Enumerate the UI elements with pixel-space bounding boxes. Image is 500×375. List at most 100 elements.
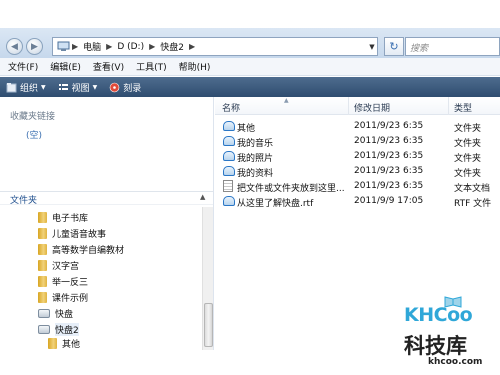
file-name: 我的照片 xyxy=(237,154,274,164)
column-header-date[interactable]: 修改日期 xyxy=(354,101,390,114)
breadcrumb-drive[interactable]: D (D:) xyxy=(117,42,144,52)
tree-item-label: 儿童语音故事 xyxy=(52,229,107,240)
back-arrow-icon: ◀ xyxy=(11,41,18,52)
file-date: 2011/9/23 6:35 xyxy=(354,166,424,176)
watermark-url: khcoo.com xyxy=(428,357,483,367)
column-divider[interactable] xyxy=(448,97,449,115)
views-label: 视图 xyxy=(71,83,90,94)
drive-icon xyxy=(38,324,50,334)
views-button[interactable]: 视图 ▼ xyxy=(58,81,98,94)
drive-icon xyxy=(38,308,50,318)
computer-icon xyxy=(57,41,70,51)
tree-item-kuaipan[interactable]: 快盘 xyxy=(0,305,73,321)
organize-icon xyxy=(6,82,17,92)
tree-item-label: 其他 xyxy=(62,339,81,350)
breadcrumb-computer[interactable]: 电脑 xyxy=(83,40,101,53)
file-row[interactable]: 把文件或文件夹放到这里... 2011/9/23 6:35 文本文档 xyxy=(215,179,500,194)
tree-item-hanzi-palace[interactable]: 汉字宫 xyxy=(0,257,79,273)
file-date: 2011/9/9 17:05 xyxy=(354,196,424,206)
organize-button[interactable]: 组织 ▼ xyxy=(6,81,46,94)
file-name: 把文件或文件夹放到这里... xyxy=(237,184,345,194)
tree-item-label: 快盘2 xyxy=(55,322,79,336)
folder-icon xyxy=(223,136,235,146)
tree-item-label: 课件示例 xyxy=(52,293,89,304)
address-bar[interactable]: ▶ 电脑 ▶ D (D:) ▶ 快盘2 ▶ xyxy=(52,37,378,56)
search-input[interactable]: 搜索 xyxy=(405,37,500,56)
folder-icon xyxy=(223,151,235,161)
file-row[interactable]: 我的资料 2011/9/23 6:35 文件夹 xyxy=(215,164,500,179)
forward-arrow-icon: ▶ xyxy=(31,41,38,52)
views-icon xyxy=(58,83,68,90)
folder-icon xyxy=(48,337,57,349)
folder-icon xyxy=(38,211,47,223)
breadcrumb-separator: ▶ xyxy=(149,42,156,51)
folder-icon xyxy=(38,227,47,239)
file-row[interactable]: 我的照片 2011/9/23 6:35 文件夹 xyxy=(215,149,500,164)
scrollbar-thumb[interactable] xyxy=(204,303,213,347)
forward-button[interactable]: ▶ xyxy=(26,38,43,55)
tree-item-kids-audio-stories[interactable]: 儿童语音故事 xyxy=(0,225,106,241)
text-file-icon xyxy=(223,180,233,192)
breadcrumb-folder[interactable]: 快盘2 xyxy=(160,40,184,53)
search-placeholder: 搜索 xyxy=(410,44,429,54)
tree-item-courseware-examples[interactable]: 课件示例 xyxy=(0,289,88,305)
menu-help[interactable]: 帮助(H) xyxy=(179,60,211,73)
file-type: 文件夹 xyxy=(454,139,482,149)
menu-edit[interactable]: 编辑(E) xyxy=(50,60,81,73)
tree-item-label: 快盘 xyxy=(55,309,74,320)
file-type: 文件夹 xyxy=(454,124,482,134)
folder-icon xyxy=(38,243,47,255)
tree-item-math-textbook[interactable]: 高等数学自编教材 xyxy=(0,241,124,257)
burn-label: 刻录 xyxy=(123,83,142,94)
rtf-file-icon xyxy=(223,196,235,206)
chevron-down-icon: ▼ xyxy=(92,83,98,91)
folder-icon xyxy=(38,275,47,287)
tree-item-juyifansan[interactable]: 举一反三 xyxy=(0,273,88,289)
refresh-button[interactable]: ↻ xyxy=(384,37,404,56)
back-button[interactable]: ◀ xyxy=(6,38,23,55)
file-date: 2011/9/23 6:35 xyxy=(354,136,424,146)
menu-view[interactable]: 查看(V) xyxy=(93,60,124,73)
breadcrumb-separator: ▶ xyxy=(106,42,113,51)
file-row[interactable]: 我的音乐 2011/9/23 6:35 文件夹 xyxy=(215,134,500,149)
folder-icon xyxy=(38,291,47,303)
disc-burn-icon xyxy=(109,82,120,92)
file-row[interactable]: 从这里了解快盘.rtf 2011/9/9 17:05 RTF 文件 xyxy=(215,194,500,209)
sort-caret-icon: ▲ xyxy=(284,97,289,104)
tree-item-label: 电子书库 xyxy=(52,213,89,224)
file-name: 从这里了解快盘.rtf xyxy=(237,199,314,209)
file-date: 2011/9/23 6:35 xyxy=(354,121,424,131)
watermark: KHCoo 科技库 khcoo.com xyxy=(398,294,498,374)
file-row[interactable]: 其他 2011/9/23 6:35 文件夹 xyxy=(215,119,500,134)
file-name: 我的资料 xyxy=(237,169,274,179)
menu-tools[interactable]: 工具(T) xyxy=(136,60,167,73)
favorite-links-empty: (空) xyxy=(26,131,43,141)
organize-label: 组织 xyxy=(20,83,39,94)
chevron-down-icon: ▼ xyxy=(41,83,46,91)
file-type: 文件夹 xyxy=(454,169,482,179)
file-date: 2011/9/23 6:35 xyxy=(354,151,424,161)
folders-label: 文件夹 xyxy=(10,196,38,206)
address-dropdown-button[interactable]: ▼ xyxy=(366,38,378,55)
folder-icon xyxy=(223,121,235,131)
watermark-logo-text: KHCoo xyxy=(404,304,473,326)
tree-item-ebook-library[interactable]: 电子书库 xyxy=(0,209,88,225)
menu-file[interactable]: 文件(F) xyxy=(8,60,38,73)
tree-item-label: 举一反三 xyxy=(52,277,89,288)
navigation-scrollbar[interactable] xyxy=(202,207,213,350)
tree-item-other[interactable]: 其他 xyxy=(0,335,80,351)
burn-button[interactable]: 刻录 xyxy=(109,81,141,94)
command-bar: 组织 ▼ 视图 ▼ 刻录 xyxy=(0,77,500,97)
column-divider[interactable] xyxy=(348,97,349,115)
navigation-pane: 收藏夹链接 (空) 文件夹 ▲ 电子书库 儿童语音故事 高等数学自编教材 汉字宫… xyxy=(0,97,214,350)
file-type: 文件夹 xyxy=(454,154,482,164)
column-header-name[interactable]: 名称 xyxy=(222,101,240,114)
file-date: 2011/9/23 6:35 xyxy=(354,181,424,191)
column-header-type[interactable]: 类型 xyxy=(454,101,472,114)
refresh-icon: ↻ xyxy=(389,40,399,53)
folder-icon xyxy=(223,166,235,176)
folders-section-header[interactable]: 文件夹 ▲ xyxy=(0,191,213,206)
file-name: 我的音乐 xyxy=(237,139,274,149)
file-type: RTF 文件 xyxy=(454,199,492,209)
column-headers: ▲ 名称 修改日期 类型 xyxy=(215,97,500,115)
